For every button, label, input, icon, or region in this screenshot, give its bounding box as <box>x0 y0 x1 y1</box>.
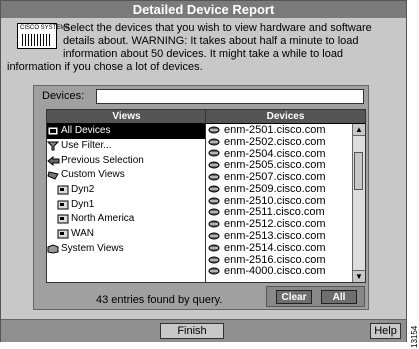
device-row[interactable]: enm-2511.cisco.com <box>206 206 365 219</box>
view-item-label: System Views <box>61 242 124 254</box>
logo-bars-icon <box>22 34 52 46</box>
custom-views-icon <box>47 171 59 181</box>
device-rows: enm-2501.cisco.com enm-2502.cisco.com enm-… <box>206 124 365 277</box>
view-item-label: North America <box>71 213 135 225</box>
list-buttons: Clear All <box>266 286 365 307</box>
router-icon <box>208 185 220 193</box>
view-item-label: WAN <box>71 228 94 240</box>
device-report-window: Detailed Device Report CISCO SYSTEMS Sel… <box>0 0 407 342</box>
view-item-custom-views[interactable]: Custom Views <box>47 168 206 183</box>
device-name: enm-2504.cisco.com <box>224 147 326 160</box>
scroll-thumb[interactable] <box>354 152 363 190</box>
device-name: enm-2514.cisco.com <box>224 241 326 254</box>
view-icon <box>57 214 69 224</box>
devices-scrollbar[interactable]: ▲ ▼ <box>352 124 365 282</box>
selection-panel: Devices: Views All Devices Use Filter...… <box>33 85 369 310</box>
clear-button[interactable]: Clear <box>276 290 312 304</box>
devices-list: Devices enm-2501.cisco.com enm-2502.cisco… <box>205 109 366 283</box>
view-item-dyn2[interactable]: Dyn2 <box>47 183 206 198</box>
device-name: enm-2501.cisco.com <box>224 123 326 136</box>
scroll-down-icon[interactable]: ▼ <box>353 270 365 282</box>
devices-header: Devices <box>206 110 365 124</box>
devices-input[interactable] <box>96 89 364 104</box>
view-item-label: Use Filter... <box>61 140 112 152</box>
device-name: enm-2510.cisco.com <box>224 194 326 207</box>
view-item-all-devices[interactable]: All Devices <box>47 124 206 139</box>
view-icon <box>57 229 69 239</box>
device-name: enm-2516.cisco.com <box>224 253 326 266</box>
device-name: enm-2511.cisco.com <box>224 206 325 219</box>
view-item-label: Dyn1 <box>71 198 95 210</box>
views-header: Views <box>47 110 206 124</box>
view-item-wan[interactable]: WAN <box>47 227 206 242</box>
back-arrow-icon <box>47 155 60 166</box>
router-icon <box>208 232 220 240</box>
device-row[interactable]: enm-4000.cisco.com <box>206 265 365 278</box>
router-icon <box>208 208 220 216</box>
entries-count: 43 entries found by query. <box>96 294 223 306</box>
logo-text: CISCO SYSTEMS <box>20 25 70 31</box>
window-title: Detailed Device Report <box>1 1 406 18</box>
info-section: CISCO SYSTEMS Select the devices that yo… <box>1 18 406 81</box>
device-row[interactable]: enm-2510.cisco.com <box>206 195 365 207</box>
scroll-up-icon[interactable]: ▲ <box>353 124 365 136</box>
device-name: enm-2507.cisco.com <box>224 171 326 184</box>
device-row[interactable]: enm-2514.cisco.com <box>206 242 365 254</box>
view-item-label: Dyn2 <box>71 184 95 196</box>
views-items: All Devices Use Filter... Previous Selec… <box>47 124 206 256</box>
device-name: enm-2505.cisco.com <box>224 159 326 172</box>
router-icon <box>208 267 220 275</box>
help-button[interactable]: Help <box>370 323 401 339</box>
view-item-system-views[interactable]: System Views <box>47 242 206 257</box>
system-views-icon <box>47 244 59 254</box>
view-item-label: Custom Views <box>61 169 125 181</box>
views-list: Views All Devices Use Filter... Previous… <box>46 109 207 283</box>
device-row[interactable]: enm-2507.cisco.com <box>206 171 365 183</box>
view-item-dyn1[interactable]: Dyn1 <box>47 197 206 212</box>
device-name: enm-2509.cisco.com <box>224 182 326 195</box>
device-row[interactable]: enm-2504.cisco.com <box>206 148 365 160</box>
view-icon <box>57 200 69 210</box>
router-icon <box>208 220 220 228</box>
cisco-logo: CISCO SYSTEMS <box>17 23 69 49</box>
all-devices-icon <box>47 126 59 136</box>
devices-label: Devices: <box>42 90 85 102</box>
router-icon <box>208 149 220 157</box>
device-row[interactable]: enm-2505.cisco.com <box>206 159 365 171</box>
router-icon <box>208 126 220 134</box>
router-icon <box>208 256 220 264</box>
view-item-use-filter[interactable]: Use Filter... <box>47 139 206 154</box>
device-name: enm-2502.cisco.com <box>224 135 326 148</box>
router-icon <box>208 161 220 169</box>
device-row[interactable]: enm-2509.cisco.com <box>206 183 365 195</box>
filter-icon <box>47 141 60 151</box>
device-row[interactable]: enm-2502.cisco.com <box>206 136 365 148</box>
device-row[interactable]: enm-2512.cisco.com <box>206 218 365 230</box>
finish-button[interactable]: Finish <box>160 323 224 339</box>
router-icon <box>208 244 220 252</box>
device-name: enm-2512.cisco.com <box>224 218 326 231</box>
view-item-label: All Devices <box>61 125 111 137</box>
view-item-label: Previous Selection <box>61 154 144 166</box>
device-row[interactable]: enm-2501.cisco.com <box>206 124 365 136</box>
device-row[interactable]: enm-2513.cisco.com <box>206 230 365 242</box>
device-name: enm-4000.cisco.com <box>224 265 326 278</box>
router-icon <box>208 173 220 181</box>
figure-number: 13154 <box>410 325 419 348</box>
router-icon <box>208 197 220 205</box>
device-name: enm-2513.cisco.com <box>224 230 326 243</box>
view-item-north-america[interactable]: North America <box>47 212 206 227</box>
view-icon <box>57 185 69 195</box>
all-button[interactable]: All <box>321 290 357 304</box>
router-icon <box>208 138 220 146</box>
device-row[interactable]: enm-2516.cisco.com <box>206 254 365 266</box>
view-item-previous-selection[interactable]: Previous Selection <box>47 153 206 168</box>
